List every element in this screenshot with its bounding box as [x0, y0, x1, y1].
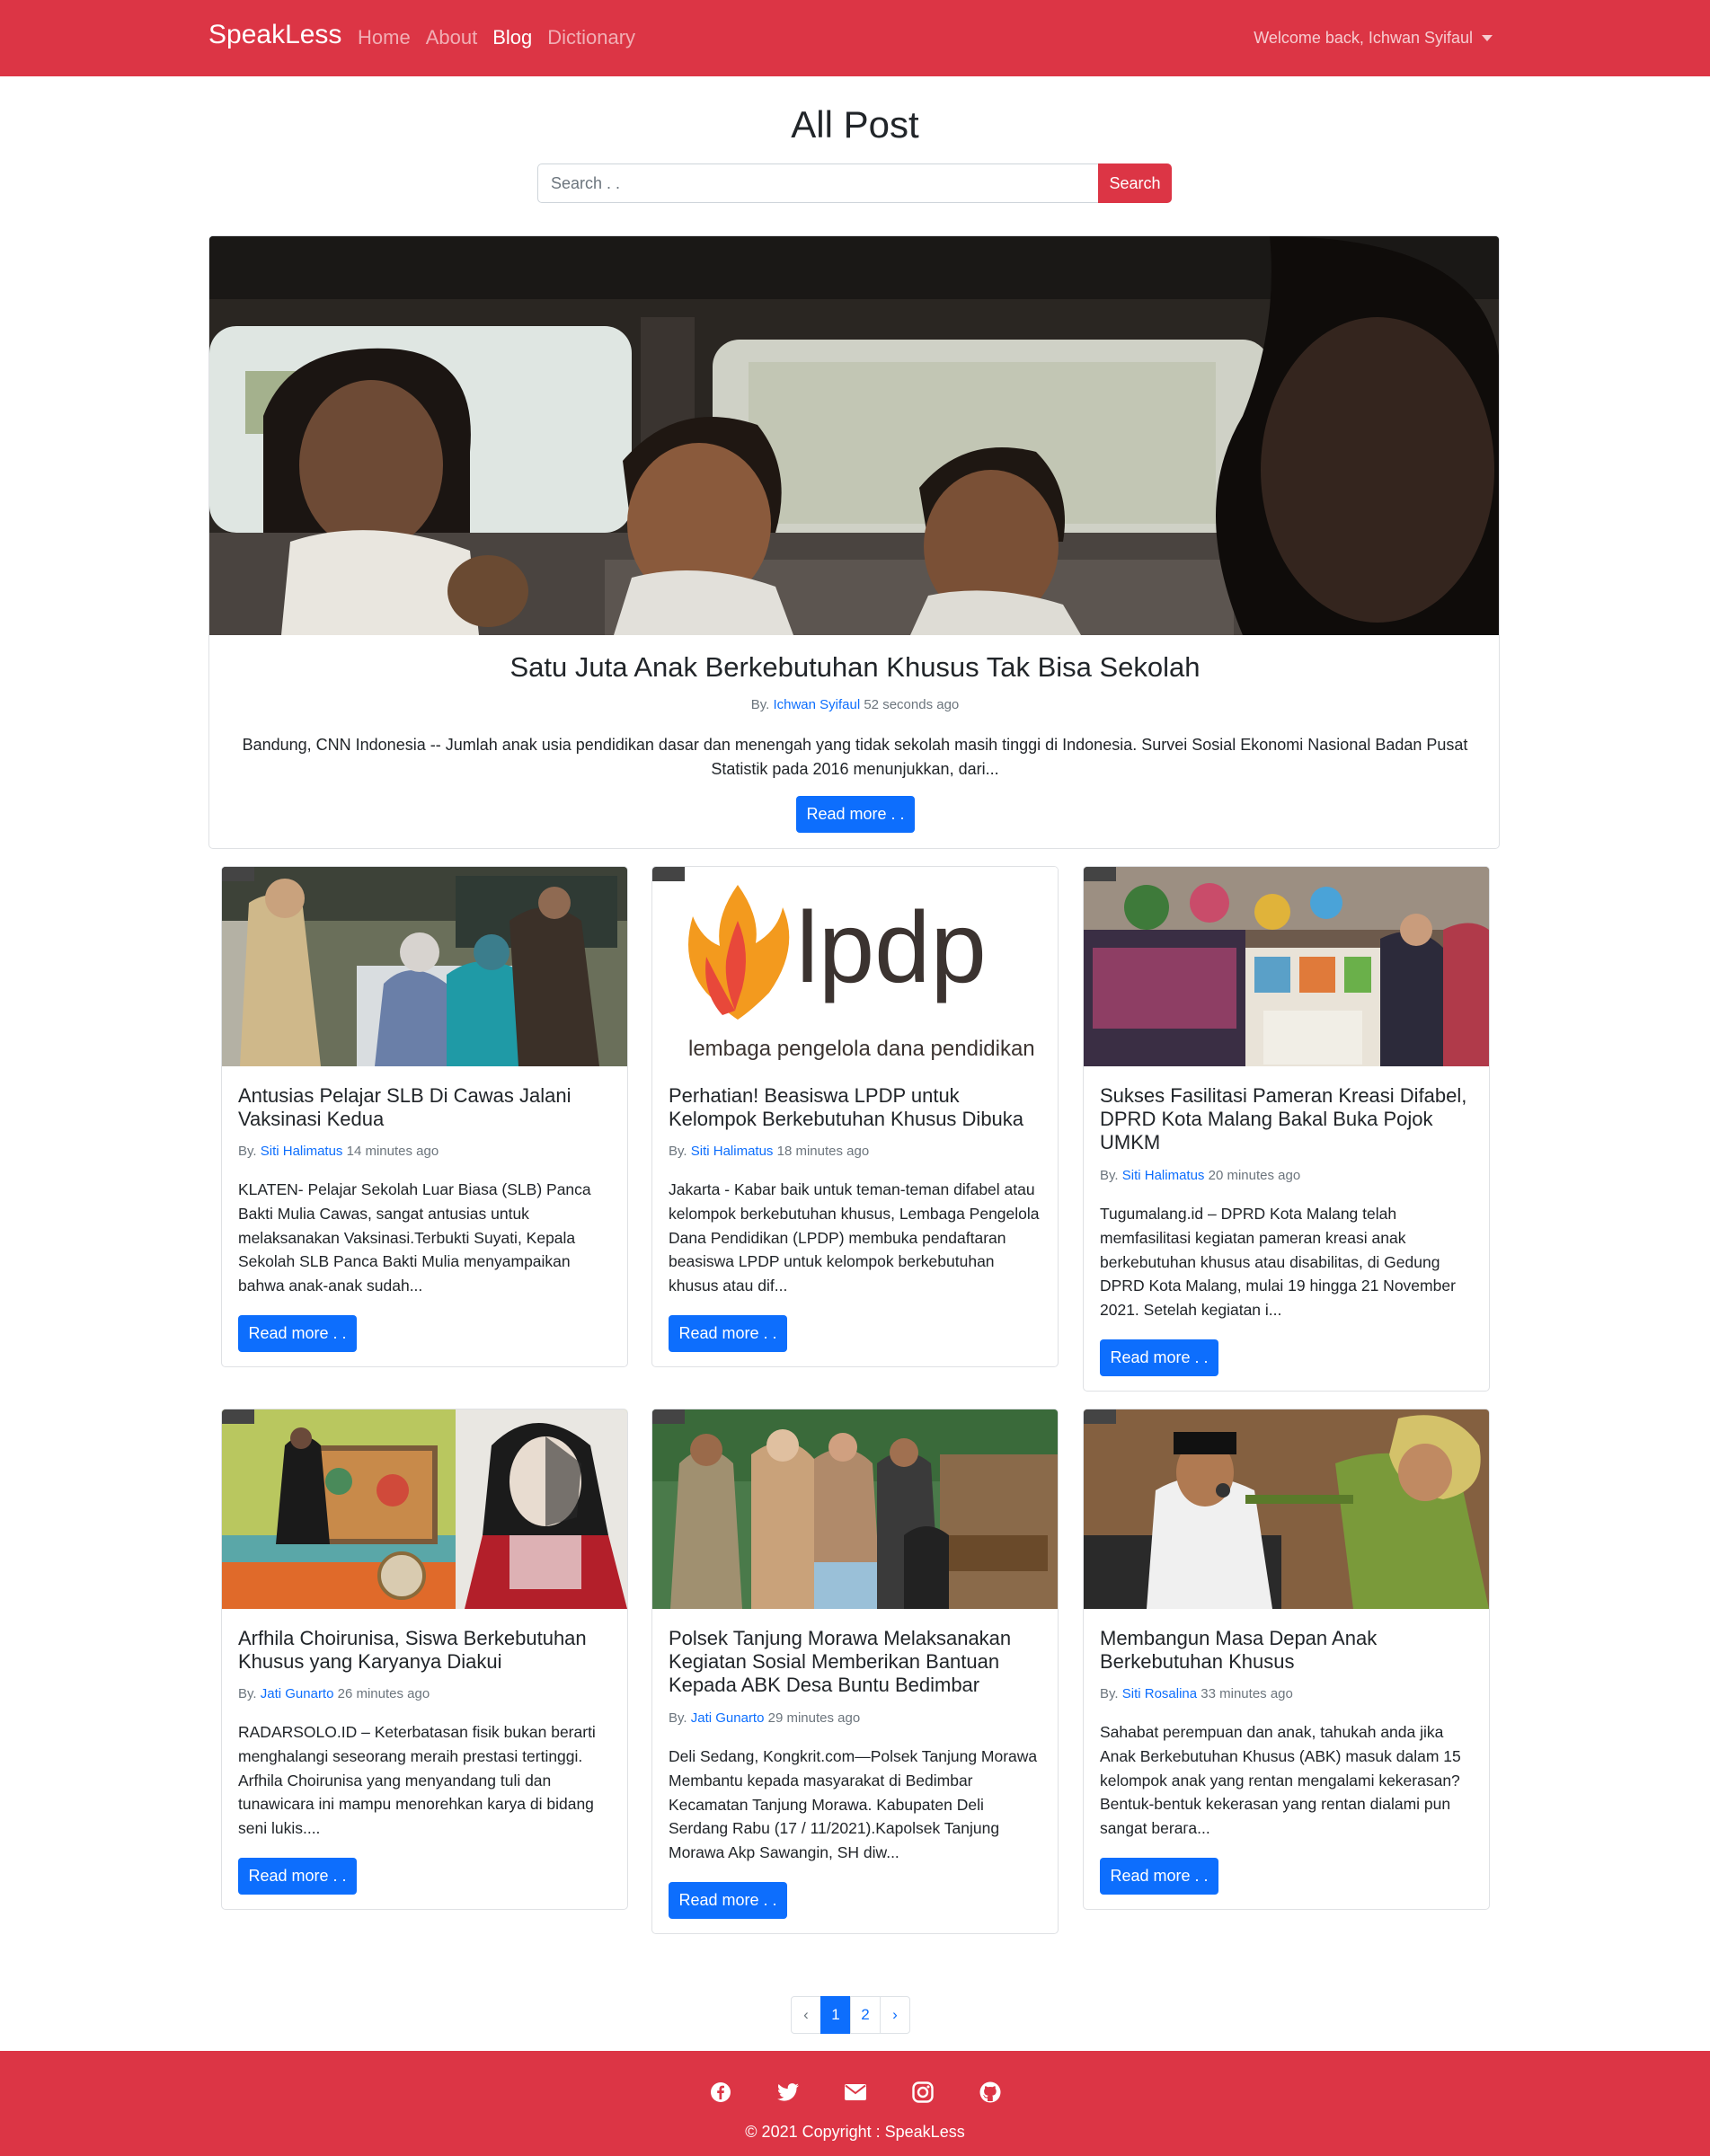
author-link[interactable]: Ichwan Syifaul [773, 697, 860, 712]
post-time: 18 minutes ago [776, 1144, 870, 1159]
lpdp-logo: lpdp lembaga pengelola dana pendidikan [652, 867, 1058, 1066]
page-2[interactable]: 2 [850, 1996, 881, 2034]
post-title[interactable]: Membangun Masa Depan Anak Berkebutuhan K… [1100, 1627, 1477, 1674]
nav-home[interactable]: Home [358, 26, 411, 49]
by-label: By. [669, 1710, 687, 1726]
post-card: Membangun Masa Depan Anak Berkebutuhan K… [1083, 1409, 1490, 1910]
lpdp-logo-subtext: lembaga pengelola dana pendidikan [688, 1037, 1035, 1061]
post-meta: By. Siti Halimatus 14 minutes ago [238, 1144, 439, 1159]
author-link[interactable]: Siti Halimatus [1122, 1168, 1205, 1183]
nav-links: Home About Blog Dictionary [358, 26, 651, 49]
post-card: Antusias Pelajar SLB Di Cawas Jalani Vak… [221, 866, 628, 1367]
page-1[interactable]: 1 [820, 1996, 851, 2034]
read-more-button[interactable]: Read more . . [669, 1315, 787, 1352]
post-image [652, 1409, 1058, 1609]
post-time: 33 minutes ago [1201, 1686, 1293, 1701]
facebook-icon[interactable] [709, 2081, 732, 2104]
post-excerpt: Sahabat perempuan dan anak, tahukah anda… [1100, 1723, 1461, 1838]
post-meta: By. Siti Halimatus 18 minutes ago [669, 1144, 869, 1159]
post-meta: By. Siti Rosalina 33 minutes ago [1100, 1686, 1293, 1701]
read-more-button[interactable]: Read more . . [238, 1858, 357, 1895]
search-button[interactable]: Search [1098, 163, 1172, 203]
post-image [1084, 1409, 1489, 1609]
post-card: Arfhila Choirunisa, Siswa Berkebutuhan K… [221, 1409, 628, 1910]
user-dropdown[interactable]: Welcome back, Ichwan Syifaul [1254, 29, 1493, 48]
by-label: By. [750, 697, 770, 712]
post-card: Sukses Fasilitasi Pameran Kreasi Difabel… [1083, 866, 1490, 1392]
post-excerpt: Deli Sedang, Kongkrit.com—Polsek Tanjung… [669, 1747, 1038, 1862]
social-links [0, 2081, 1710, 2104]
read-more-button[interactable]: Read more . . [1100, 1858, 1218, 1895]
post-title[interactable]: Perhatian! Beasiswa LPDP untuk Kelompok … [669, 1084, 1046, 1131]
post-card: Polsek Tanjung Morawa Melaksanakan Kegia… [651, 1409, 1059, 1934]
nav-blog[interactable]: Blog [492, 26, 532, 49]
post-time: 29 minutes ago [767, 1710, 861, 1726]
post-excerpt: Jakarta - Kabar baik untuk teman-teman d… [669, 1180, 1040, 1295]
post-image [222, 867, 627, 1066]
page-prev[interactable]: ‹ [791, 1996, 821, 2034]
post-time: 52 seconds ago [864, 697, 960, 712]
featured-post-meta: By. Ichwan Syifaul 52 seconds ago [209, 697, 1499, 712]
featured-post-excerpt: Bandung, CNN Indonesia -- Jumlah anak us… [242, 736, 1468, 778]
brand-logo[interactable]: SpeakLess [208, 20, 341, 50]
search-input[interactable] [537, 163, 1098, 203]
read-more-button[interactable]: Read more . . [1100, 1339, 1218, 1376]
page-title: All Post [791, 103, 919, 146]
post-image: lpdp lembaga pengelola dana pendidikan [652, 867, 1058, 1066]
author-link[interactable]: Siti Halimatus [691, 1144, 774, 1159]
twitter-icon[interactable] [776, 2081, 800, 2104]
author-link[interactable]: Siti Halimatus [261, 1144, 343, 1159]
post-title[interactable]: Polsek Tanjung Morawa Melaksanakan Kegia… [669, 1627, 1046, 1697]
nav-dictionary[interactable]: Dictionary [547, 26, 635, 49]
welcome-text: Welcome back, Ichwan Syifaul [1254, 29, 1473, 47]
post-time: 20 minutes ago [1208, 1168, 1301, 1183]
featured-post-card: Satu Juta Anak Berkebutuhan Khusus Tak B… [208, 235, 1500, 849]
caret-down-icon [1482, 35, 1493, 41]
lpdp-logo-text: lpdp [796, 891, 987, 1003]
post-excerpt: RADARSOLO.ID – Keterbatasan fisik bukan … [238, 1723, 596, 1838]
author-link[interactable]: Jati Gunarto [691, 1710, 765, 1726]
post-meta: By. Jati Gunarto 29 minutes ago [669, 1710, 860, 1726]
github-icon[interactable] [979, 2081, 1002, 2104]
post-title[interactable]: Arfhila Choirunisa, Siswa Berkebutuhan K… [238, 1627, 616, 1674]
nav-about[interactable]: About [426, 26, 478, 49]
page-next[interactable]: › [880, 1996, 910, 2034]
pagination: ‹ 1 2 › [791, 1996, 910, 2034]
read-more-button[interactable]: Read more . . [238, 1315, 357, 1352]
envelope-icon[interactable] [844, 2081, 867, 2104]
post-time: 14 minutes ago [346, 1144, 439, 1159]
by-label: By. [669, 1144, 687, 1159]
post-image [1084, 867, 1489, 1066]
post-time: 26 minutes ago [337, 1686, 430, 1701]
post-meta: By. Siti Halimatus 20 minutes ago [1100, 1168, 1300, 1183]
post-meta: By. Jati Gunarto 26 minutes ago [238, 1686, 430, 1701]
instagram-icon[interactable] [911, 2081, 935, 2104]
post-card: lpdp lembaga pengelola dana pendidikan P… [651, 866, 1059, 1367]
post-excerpt: KLATEN- Pelajar Sekolah Luar Biasa (SLB)… [238, 1180, 591, 1295]
by-label: By. [1100, 1168, 1119, 1183]
footer: © 2021 Copyright : SpeakLess [0, 2051, 1710, 2156]
read-more-button[interactable]: Read more . . [796, 796, 915, 833]
read-more-button[interactable]: Read more . . [669, 1882, 787, 1919]
search-form: Search [537, 163, 1172, 203]
by-label: By. [238, 1686, 257, 1701]
featured-post-image [209, 236, 1499, 635]
post-image [222, 1409, 627, 1609]
post-title[interactable]: Sukses Fasilitasi Pameran Kreasi Difabel… [1100, 1084, 1477, 1154]
featured-post-title[interactable]: Satu Juta Anak Berkebutuhan Khusus Tak B… [209, 651, 1499, 684]
copyright: © 2021 Copyright : SpeakLess [745, 2123, 965, 2141]
by-label: By. [238, 1144, 257, 1159]
author-link[interactable]: Siti Rosalina [1122, 1686, 1197, 1701]
by-label: By. [1100, 1686, 1119, 1701]
post-title[interactable]: Antusias Pelajar SLB Di Cawas Jalani Vak… [238, 1084, 616, 1131]
navbar: SpeakLess Home About Blog Dictionary Wel… [0, 0, 1710, 76]
post-excerpt: Tugumalang.id – DPRD Kota Malang telah m… [1100, 1205, 1456, 1320]
author-link[interactable]: Jati Gunarto [261, 1686, 334, 1701]
